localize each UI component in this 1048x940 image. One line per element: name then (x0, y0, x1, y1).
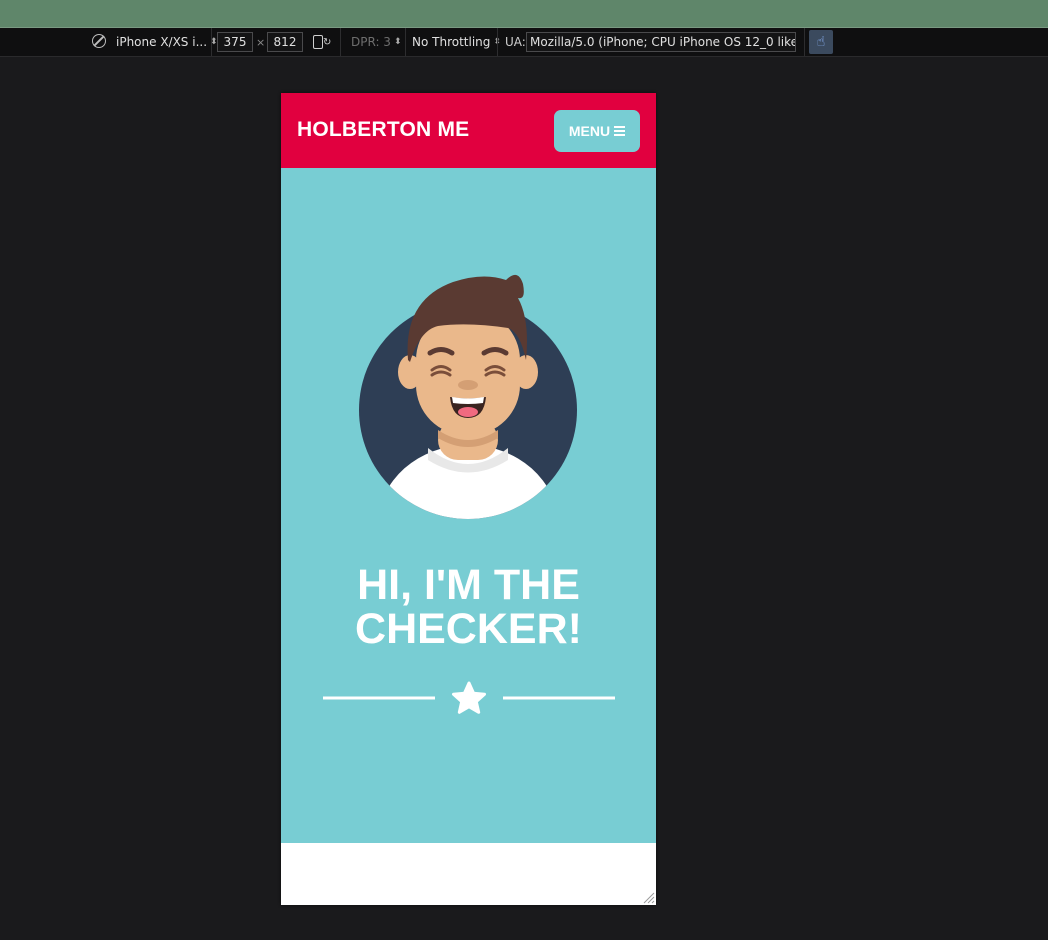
rotate-arrow-icon: ↻ (323, 36, 332, 48)
user-agent-input[interactable]: Mozilla/5.0 (iPhone; CPU iPhone OS 12_0 … (526, 32, 796, 52)
width-input[interactable]: 375 (217, 32, 253, 52)
throttling-select[interactable]: No Throttling ⬍ (412, 28, 501, 56)
hero-title-line-2: CHECKER! (355, 605, 582, 653)
star-divider (323, 681, 615, 714)
separator (405, 28, 406, 56)
device-select[interactable]: iPhone X/XS i... ⬍ (116, 28, 218, 56)
rotate-icon[interactable] (313, 35, 323, 49)
no-entry-icon (92, 34, 106, 48)
separator (804, 28, 805, 56)
dpr-select[interactable]: DPR: 3 ⬍ (351, 28, 401, 56)
dpr-label: DPR: 3 (351, 35, 391, 49)
chevron-up-down-icon: ⬍ (393, 37, 402, 47)
hamburger-icon (614, 126, 626, 136)
ua-label: UA: (505, 35, 526, 49)
separator (211, 28, 212, 56)
menu-button[interactable]: MENU (554, 110, 640, 152)
hero-section: HI, I'M THE CHECKER! (281, 168, 656, 843)
avatar (359, 274, 577, 519)
resize-grip-icon[interactable] (643, 892, 655, 904)
device-toolbar: iPhone X/XS i... ⬍ 375 × 812 ↻ DPR: 3 ⬍ … (0, 28, 1048, 57)
separator (340, 28, 341, 56)
hero-title-line-1: HI, I'M THE (357, 561, 580, 609)
site-brand[interactable]: HOLBERTON ME (297, 118, 469, 142)
site-header: HOLBERTON ME MENU (281, 93, 656, 168)
touch-icon[interactable]: ☝ (809, 30, 833, 54)
device-viewport: HOLBERTON ME MENU HI, I'M THE CHECKER! (281, 93, 656, 905)
times-sign: × (256, 35, 266, 49)
menu-label: MENU (568, 123, 611, 139)
hero-title: HI, I'M THE CHECKER! (281, 563, 656, 651)
separator (497, 28, 498, 56)
browser-top-strip (0, 0, 1048, 28)
height-input[interactable]: 812 (267, 32, 303, 52)
device-select-label: iPhone X/XS i... (116, 35, 208, 49)
star-icon (452, 681, 486, 714)
throttling-label: No Throttling (412, 35, 491, 49)
